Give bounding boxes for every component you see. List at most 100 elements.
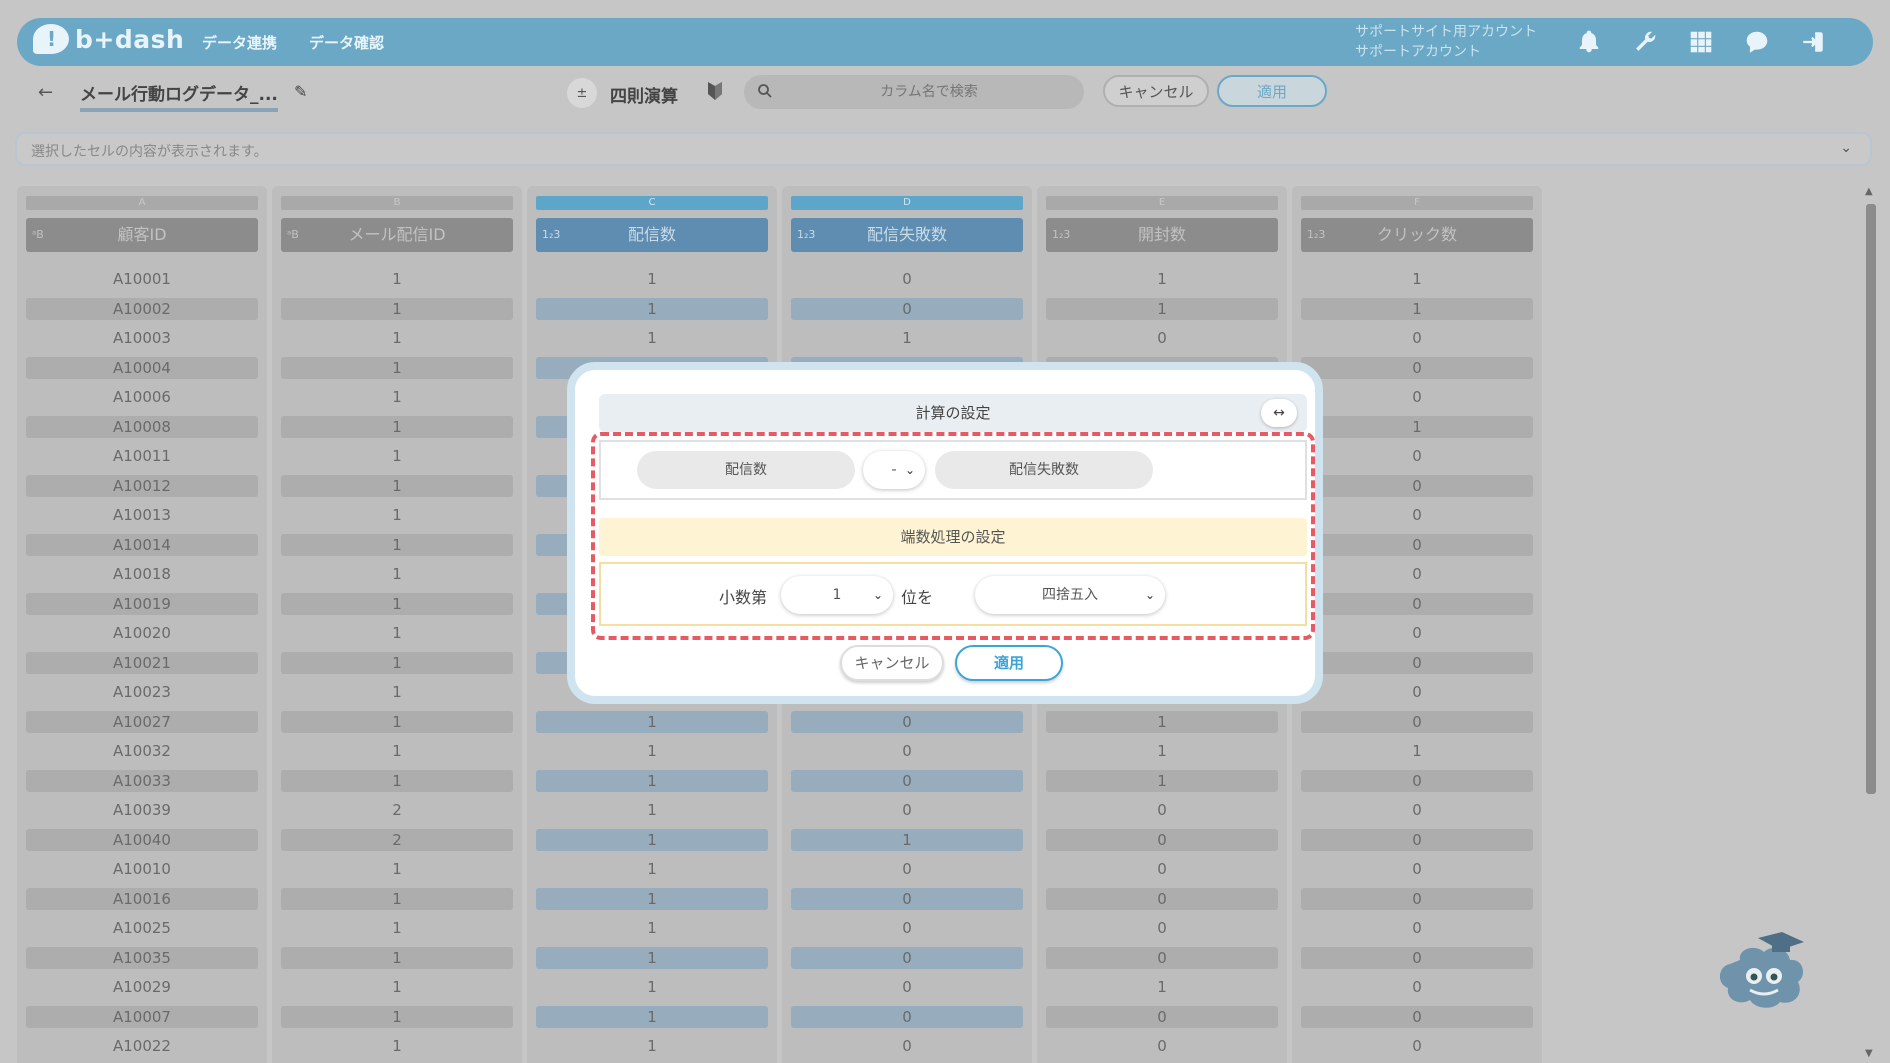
table-cell[interactable]: 0 bbox=[1301, 681, 1533, 703]
nav-data-check[interactable]: データ確認 bbox=[309, 32, 384, 53]
table-cell[interactable]: 1 bbox=[281, 533, 513, 556]
table-cell[interactable]: 1 bbox=[1046, 710, 1278, 733]
table-cell[interactable]: A10006 bbox=[26, 386, 258, 408]
table-cell[interactable]: 2 bbox=[281, 799, 513, 821]
table-cell[interactable]: 0 bbox=[791, 1035, 1023, 1057]
table-cell[interactable]: 1 bbox=[1301, 740, 1533, 762]
table-cell[interactable]: 0 bbox=[791, 799, 1023, 821]
wrench-icon[interactable] bbox=[1629, 26, 1661, 58]
cell-content-bar[interactable]: 選択したセルの内容が表示されます。 ⌄ bbox=[15, 132, 1872, 166]
table-cell[interactable]: 0 bbox=[791, 740, 1023, 762]
table-cell[interactable]: A10011 bbox=[26, 445, 258, 467]
nav-data-integration[interactable]: データ連携 bbox=[202, 32, 277, 53]
table-cell[interactable]: 0 bbox=[1301, 1005, 1533, 1028]
table-cell[interactable]: A10040 bbox=[26, 828, 258, 851]
table-cell[interactable]: 1 bbox=[281, 917, 513, 939]
column-letter[interactable]: D bbox=[791, 196, 1023, 210]
table-cell[interactable]: 1 bbox=[1046, 740, 1278, 762]
table-cell[interactable]: 1 bbox=[281, 622, 513, 644]
table-cell[interactable]: 0 bbox=[1301, 622, 1533, 644]
edit-pencil-icon[interactable]: ✎ bbox=[294, 82, 307, 101]
table-cell[interactable]: 0 bbox=[1301, 858, 1533, 880]
table-cell[interactable]: 1 bbox=[281, 976, 513, 998]
column-header[interactable]: 1₂3 クリック数 bbox=[1301, 218, 1533, 252]
table-cell[interactable]: 1 bbox=[281, 386, 513, 408]
table-cell[interactable]: 0 bbox=[791, 297, 1023, 320]
table-cell[interactable]: 1 bbox=[536, 887, 768, 910]
table-cell[interactable]: 1 bbox=[281, 268, 513, 290]
table-cell[interactable]: 1 bbox=[281, 946, 513, 969]
table-cell[interactable]: 0 bbox=[1301, 474, 1533, 497]
table-cell[interactable]: 0 bbox=[791, 946, 1023, 969]
column-letter[interactable]: F bbox=[1301, 196, 1533, 210]
account-info[interactable]: サポートサイト用アカウント サポートアカウント bbox=[1355, 22, 1537, 62]
table-cell[interactable]: 1 bbox=[536, 710, 768, 733]
table-cell[interactable]: 1 bbox=[536, 1035, 768, 1057]
dialog-apply-button[interactable]: 適用 bbox=[955, 645, 1063, 681]
table-cell[interactable]: A10007 bbox=[26, 1005, 258, 1028]
search-input[interactable] bbox=[784, 75, 1074, 109]
table-cell[interactable]: 1 bbox=[536, 327, 768, 349]
table-cell[interactable]: 0 bbox=[1301, 769, 1533, 792]
table-cell[interactable]: 1 bbox=[536, 1005, 768, 1028]
table-cell[interactable]: A10018 bbox=[26, 563, 258, 585]
column-header[interactable]: ᵃB 顧客ID bbox=[26, 218, 258, 252]
table-cell[interactable]: 0 bbox=[791, 268, 1023, 290]
table-cell[interactable]: 0 bbox=[1046, 828, 1278, 851]
column-letter[interactable]: A bbox=[26, 196, 258, 210]
table-cell[interactable]: 1 bbox=[281, 356, 513, 379]
logo[interactable]: b+dash bbox=[33, 24, 184, 54]
logout-icon[interactable] bbox=[1797, 26, 1829, 58]
table-cell[interactable]: 0 bbox=[1301, 917, 1533, 939]
table-cell[interactable]: 1 bbox=[281, 651, 513, 674]
table-cell[interactable]: 1 bbox=[281, 1005, 513, 1028]
table-cell[interactable]: 1 bbox=[536, 858, 768, 880]
table-cell[interactable]: 0 bbox=[791, 710, 1023, 733]
table-cell[interactable]: A10004 bbox=[26, 356, 258, 379]
column-letter[interactable]: B bbox=[281, 196, 513, 210]
table-cell[interactable]: A10023 bbox=[26, 681, 258, 703]
chat-icon[interactable] bbox=[1741, 26, 1773, 58]
table-cell[interactable]: 1 bbox=[281, 327, 513, 349]
table-cell[interactable]: A10033 bbox=[26, 769, 258, 792]
table-cell[interactable]: 0 bbox=[1301, 386, 1533, 408]
table-cell[interactable]: 1 bbox=[791, 828, 1023, 851]
table-cell[interactable]: 1 bbox=[281, 740, 513, 762]
table-cell[interactable]: 0 bbox=[1046, 946, 1278, 969]
table-cell[interactable]: 1 bbox=[536, 297, 768, 320]
table-cell[interactable]: 0 bbox=[1301, 887, 1533, 910]
page-title[interactable]: メール行動ログデータ_... bbox=[80, 80, 278, 112]
table-cell[interactable]: 0 bbox=[1301, 356, 1533, 379]
table-cell[interactable]: 1 bbox=[281, 887, 513, 910]
table-cell[interactable]: 1 bbox=[281, 681, 513, 703]
dialog-cancel-button[interactable]: キャンセル bbox=[840, 645, 944, 681]
table-cell[interactable]: A10010 bbox=[26, 858, 258, 880]
table-cell[interactable]: 1 bbox=[281, 1035, 513, 1057]
table-cell[interactable]: 1 bbox=[1046, 976, 1278, 998]
table-cell[interactable]: A10029 bbox=[26, 976, 258, 998]
table-cell[interactable]: 1 bbox=[536, 740, 768, 762]
table-cell[interactable]: A10008 bbox=[26, 415, 258, 438]
table-cell[interactable]: 0 bbox=[1301, 651, 1533, 674]
table-cell[interactable]: 1 bbox=[536, 268, 768, 290]
table-cell[interactable]: 1 bbox=[281, 445, 513, 467]
chevron-down-icon[interactable]: ⌄ bbox=[1840, 140, 1852, 156]
table-cell[interactable]: 1 bbox=[536, 799, 768, 821]
table-cell[interactable]: 1 bbox=[791, 327, 1023, 349]
table-cell[interactable]: 0 bbox=[1301, 533, 1533, 556]
table-cell[interactable]: 0 bbox=[791, 1005, 1023, 1028]
table-cell[interactable]: 1 bbox=[281, 474, 513, 497]
back-arrow-icon[interactable]: ← bbox=[38, 82, 53, 103]
table-cell[interactable]: 1 bbox=[281, 563, 513, 585]
table-cell[interactable]: A10027 bbox=[26, 710, 258, 733]
table-cell[interactable]: 0 bbox=[1046, 1005, 1278, 1028]
table-cell[interactable]: A10003 bbox=[26, 327, 258, 349]
table-cell[interactable]: 1 bbox=[1046, 769, 1278, 792]
table-cell[interactable]: 0 bbox=[791, 858, 1023, 880]
table-cell[interactable]: 1 bbox=[1301, 297, 1533, 320]
table-cell[interactable]: 0 bbox=[1301, 710, 1533, 733]
table-cell[interactable]: A10014 bbox=[26, 533, 258, 556]
table-cell[interactable]: 0 bbox=[1046, 327, 1278, 349]
table-cell[interactable]: A10020 bbox=[26, 622, 258, 644]
table-cell[interactable]: 0 bbox=[1301, 592, 1533, 615]
